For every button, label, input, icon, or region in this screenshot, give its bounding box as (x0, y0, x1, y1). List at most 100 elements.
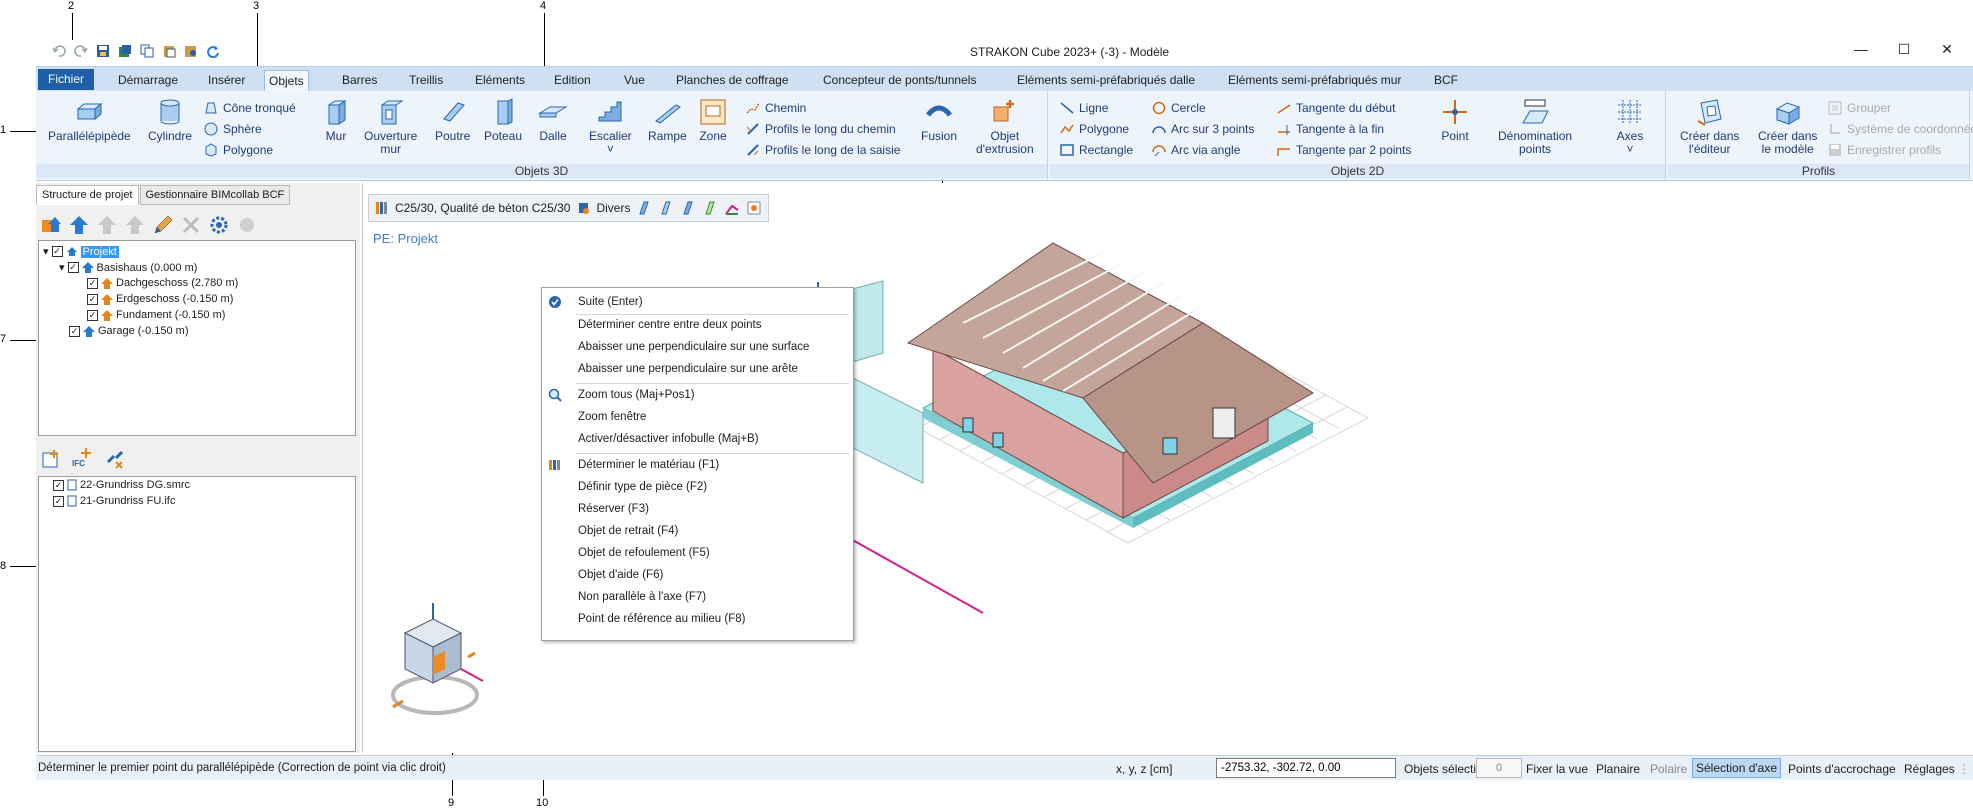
menu-item-non-parallele[interactable]: Non parallèle à l'axe (F7) (578, 591, 706, 603)
tab-bcf[interactable]: BCF (1430, 70, 1462, 92)
axes-dropdown-icon[interactable]: ˅ (1626, 143, 1633, 156)
menu-item-suite[interactable]: Suite (Enter) (578, 296, 643, 308)
wall-type-icon[interactable] (636, 200, 652, 216)
wall-type-3-icon[interactable] (680, 200, 696, 216)
paste-icon[interactable] (160, 42, 178, 60)
arrow-up-disabled-2-icon[interactable] (124, 214, 146, 236)
tab-inserer[interactable]: Insérer (204, 70, 249, 92)
undo-icon[interactable] (50, 42, 68, 60)
zone-button[interactable]: Zone (698, 97, 728, 143)
fusion-button[interactable]: Fusion (921, 97, 957, 143)
tangente-fin-button[interactable]: Tangente à la fin (1277, 122, 1384, 136)
checkbox-icon[interactable]: ✓ (53, 495, 64, 507)
tab-barres[interactable]: Barres (338, 70, 381, 92)
tab-fichier[interactable]: Fichier (38, 69, 95, 90)
profils-chemin-button[interactable]: Profils le long du chemin (746, 122, 896, 136)
planaire-button[interactable]: Planaire (1596, 762, 1640, 776)
poutre-button[interactable]: Poutre (435, 97, 470, 143)
settings-gear-icon[interactable] (208, 214, 230, 236)
tangente-2-points-button[interactable]: Tangente par 2 points (1277, 143, 1411, 157)
tab-concepteur-ponts[interactable]: Concepteur de ponts/tunnels (819, 70, 980, 92)
escalier-dropdown-icon[interactable]: ˅ (607, 143, 614, 156)
arrow-up-disabled-icon[interactable] (96, 214, 118, 236)
axes-button[interactable]: Axes ˅ (1615, 97, 1645, 156)
mur-button[interactable]: Mur (321, 97, 351, 143)
checkbox-icon[interactable]: ✓ (69, 325, 80, 337)
tree-row-erdgeschoss[interactable]: ✓ Erdgeschoss (-0.150 m) (87, 293, 233, 305)
edit-pencil-icon[interactable] (152, 214, 174, 236)
tree-row-basishaus[interactable]: ▾ ✓ Basishaus (0.000 m) (59, 261, 197, 275)
rampe-button[interactable]: Rampe (648, 97, 687, 143)
grouper-button[interactable]: Grouper (1828, 101, 1891, 115)
copy-icon[interactable] (138, 42, 156, 60)
save-icon[interactable] (94, 42, 112, 60)
arc-angle-button[interactable]: Arc via angle (1152, 143, 1240, 157)
collapse-arrow-icon[interactable]: ▾ (43, 245, 49, 258)
menu-item-refoulement[interactable]: Objet de refoulement (F5) (578, 547, 710, 559)
selection-axe-button[interactable]: Sélection d'axe (1692, 758, 1782, 778)
wall-type-4-icon[interactable] (702, 200, 718, 216)
menu-item-materiau[interactable]: Déterminer le matériau (F1) (578, 459, 719, 471)
cylindre-button[interactable]: Cylindre (148, 97, 192, 143)
menu-item-infobulle[interactable]: Activer/désactiver infobulle (Maj+B) (578, 433, 759, 445)
menu-item-zoom-fenetre[interactable]: Zoom fenêtre (578, 411, 646, 423)
reglages-button[interactable]: Réglages (1904, 762, 1955, 776)
unlink-icon[interactable] (104, 448, 126, 470)
checkbox-icon[interactable]: ✓ (87, 293, 98, 305)
menu-item-reserver[interactable]: Réserver (F3) (578, 503, 649, 515)
systeme-coordonnees-button[interactable]: Système de coordonnées (1828, 122, 1973, 136)
tab-semi-prefab-dalle[interactable]: Eléments semi-préfabriqués dalle (1013, 70, 1199, 92)
objet-extrusion-button[interactable]: Objet d'extrusion (976, 97, 1034, 156)
escalier-button[interactable]: Escalier ˅ (589, 97, 632, 156)
maximize-icon[interactable]: ☐ (1889, 38, 1919, 60)
sphere-button[interactable]: Sphère (204, 122, 262, 136)
tab-vue[interactable]: Vue (620, 70, 649, 92)
fixer-vue-button[interactable]: Fixer la vue (1526, 762, 1588, 776)
add-ifc-button[interactable]: IFC (72, 448, 94, 470)
profils-saisie-button[interactable]: Profils le long de la saisie (746, 143, 900, 157)
settings-disabled-icon[interactable] (236, 214, 258, 236)
collapse-arrow-icon[interactable]: ▾ (59, 261, 65, 274)
arrow-up-icon[interactable] (68, 214, 90, 236)
divers-label[interactable]: Divers (596, 201, 630, 215)
denomination-points-button[interactable]: Dénomination points (1498, 97, 1572, 156)
creer-modele-button[interactable]: Créer dans le modèle (1758, 97, 1817, 156)
tab-planches-coffrage[interactable]: Planches de coffrage (672, 70, 793, 92)
snap-point-icon[interactable] (746, 200, 762, 216)
ouverture-mur-button[interactable]: Ouverture mur (364, 97, 417, 156)
rectangle-button[interactable]: Rectangle (1060, 143, 1133, 157)
cercle-button[interactable]: Cercle (1152, 101, 1206, 115)
tab-treillis[interactable]: Treillis (405, 70, 447, 92)
save-all-icon[interactable] (116, 42, 134, 60)
tab-demarrage[interactable]: Démarrage (114, 70, 182, 92)
menu-item-zoom-tous[interactable]: Zoom tous (Maj+Pos1) (578, 389, 695, 401)
delete-icon[interactable] (180, 214, 202, 236)
file-row-2[interactable]: ✓ 21-Grundriss FU.ifc (53, 495, 175, 507)
wall-type-2-icon[interactable] (658, 200, 674, 216)
axis-color-icon[interactable] (724, 200, 740, 216)
checkbox-icon[interactable]: ✓ (87, 309, 98, 321)
menu-item-perp-surface[interactable]: Abaisser une perpendiculaire sur une sur… (578, 341, 809, 353)
polygone-2d-button[interactable]: Polygone (1060, 122, 1129, 136)
refresh-icon[interactable] (204, 42, 222, 60)
poteau-button[interactable]: Poteau (484, 97, 522, 143)
dalle-button[interactable]: Dalle (538, 97, 568, 143)
point-button[interactable]: Point (1440, 97, 1470, 143)
checkbox-icon[interactable]: ✓ (67, 262, 79, 273)
properties-icon[interactable] (182, 42, 200, 60)
menu-item-centre[interactable]: Déterminer centre entre deux points (578, 319, 761, 331)
menu-item-perp-arete[interactable]: Abaisser une perpendiculaire sur une arê… (578, 363, 798, 375)
resize-grip-icon[interactable]: ⋮⋮ (1958, 762, 1973, 776)
tree-row-projekt[interactable]: ▾ ✓ Projekt (43, 245, 119, 258)
enregistrer-profils-button[interactable]: Enregistrer profils (1828, 143, 1941, 157)
tab-edition[interactable]: Edition (550, 70, 595, 92)
navigation-cube[interactable] (391, 603, 484, 715)
arc-3-points-button[interactable]: Arc sur 3 points (1152, 122, 1254, 136)
points-accrochage-button[interactable]: Points d'accrochage (1788, 762, 1896, 776)
tree-row-dachgeschoss[interactable]: ✓ Dachgeschoss (2.780 m) (87, 277, 238, 289)
file-row-1[interactable]: ✓ 22-Grundriss DG.smrc (53, 479, 190, 491)
checkbox-icon[interactable]: ✓ (51, 246, 63, 257)
menu-item-point-reference[interactable]: Point de référence au milieu (F8) (578, 613, 745, 625)
ligne-button[interactable]: Ligne (1060, 101, 1108, 115)
tab-bimcollab-bcf[interactable]: Gestionnaire BIMcollab BCF (139, 185, 291, 205)
